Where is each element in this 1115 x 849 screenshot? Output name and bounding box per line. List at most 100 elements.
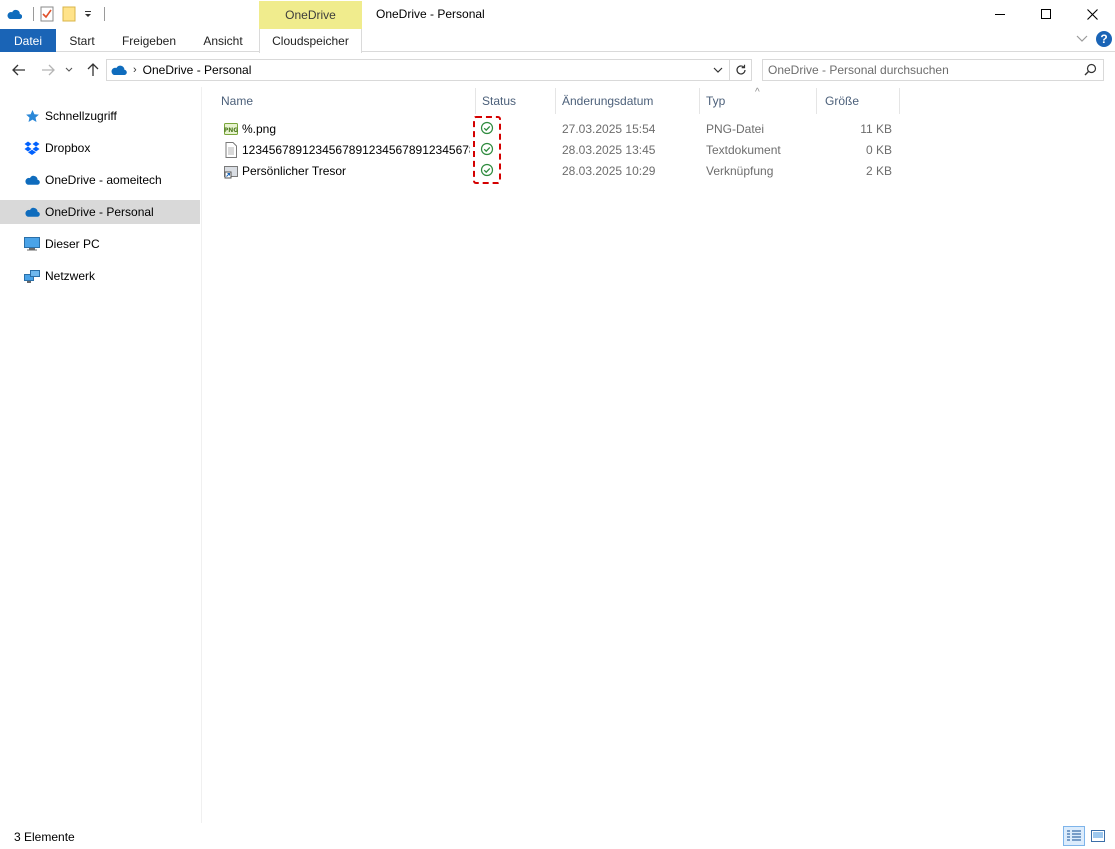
minimize-button[interactable]: [977, 0, 1023, 28]
column-header-label: Größe: [825, 94, 860, 108]
dropbox-icon: [24, 140, 40, 156]
shortcut-icon: [223, 163, 239, 179]
close-button[interactable]: [1069, 0, 1115, 28]
back-button[interactable]: [10, 61, 28, 79]
nav-item-label: OneDrive - Personal: [45, 205, 154, 219]
file-type: Verknüpfung: [706, 164, 774, 178]
qat-separator: [33, 7, 34, 21]
star-icon: [24, 108, 40, 124]
forward-button[interactable]: [39, 61, 57, 79]
up-arrow-icon: [87, 63, 99, 76]
onedrive-app-icon[interactable]: [6, 5, 22, 23]
nav-item-label: OneDrive - aomeitech: [45, 173, 162, 187]
forward-arrow-icon: [42, 64, 55, 76]
file-row[interactable]: 123456789123456789123456789123456789... …: [203, 140, 903, 161]
column-header-name[interactable]: Name: [213, 88, 476, 114]
file-list: ^ Name Status Änderungsdatum Typ Größe P…: [203, 87, 1115, 823]
details-view-button[interactable]: [1063, 826, 1085, 846]
file-size: 11 KB: [860, 122, 892, 136]
tab-freigeben[interactable]: Freigeben: [110, 29, 188, 52]
png-file-icon: PNG: [223, 121, 239, 137]
column-header-type[interactable]: Typ: [700, 88, 817, 114]
chevron-down-icon: [65, 67, 73, 72]
file-type: Textdokument: [706, 143, 781, 157]
file-date: 28.03.2025 10:29: [562, 164, 656, 178]
file-type: PNG-Datei: [706, 122, 765, 136]
nav-item-onedrive-aomeitech[interactable]: OneDrive - aomeitech: [0, 168, 200, 192]
file-row[interactable]: Persönlicher Tresor 28.03.2025 10:29 Ver…: [203, 161, 903, 182]
qat-customize-chevron-icon[interactable]: [83, 5, 93, 23]
refresh-icon: [735, 64, 746, 75]
tab-ansicht[interactable]: Ansicht: [190, 29, 256, 52]
network-icon: [24, 268, 40, 284]
chevron-down-icon: [713, 67, 723, 73]
column-header-label: Änderungsdatum: [562, 94, 654, 108]
svg-text:PNG: PNG: [224, 127, 238, 134]
ribbon-expand-chevron-icon[interactable]: [1076, 32, 1088, 46]
column-header-size[interactable]: Größe: [817, 88, 900, 114]
title-bar: OneDrive OneDrive - Personal: [0, 0, 1115, 29]
file-row[interactable]: PNG %.png 27.03.2025 15:54 PNG-Datei 11 …: [203, 119, 903, 140]
quick-access-toolbar: [6, 4, 110, 24]
large-icons-view-button[interactable]: [1087, 826, 1109, 846]
nav-item-label: Dropbox: [45, 141, 91, 155]
properties-icon[interactable]: [39, 5, 55, 23]
new-folder-icon[interactable]: [61, 5, 77, 23]
window-title: OneDrive - Personal: [376, 7, 485, 21]
ribbon: Datei Start Freigeben Ansicht Cloudspeic…: [0, 29, 1115, 53]
qat-separator-2: [104, 7, 105, 21]
details-view-icon: [1067, 830, 1081, 841]
tab-cloudspeicher[interactable]: Cloudspeicher: [259, 29, 362, 53]
onedrive-context-tab-header: OneDrive: [259, 1, 362, 29]
nav-item-onedrive-personal[interactable]: OneDrive - Personal: [0, 200, 200, 224]
navigation-bar: › OneDrive - Personal: [0, 53, 1115, 87]
maximize-button[interactable]: [1023, 0, 1069, 28]
nav-item-schnellzugriff[interactable]: Schnellzugriff: [0, 104, 200, 128]
window-controls: [977, 0, 1115, 28]
file-name: 123456789123456789123456789123456789...: [242, 143, 470, 157]
breadcrumb-onedrive-personal[interactable]: OneDrive - Personal: [143, 63, 252, 77]
tab-datei[interactable]: Datei: [0, 29, 56, 52]
column-header-label: Status: [482, 94, 517, 108]
nav-item-dropbox[interactable]: Dropbox: [0, 136, 200, 160]
nav-item-label: Schnellzugriff: [45, 109, 117, 123]
file-size: 0 KB: [865, 143, 892, 157]
computer-icon: [24, 236, 40, 252]
column-divider[interactable]: [899, 88, 900, 114]
search-box[interactable]: [762, 59, 1104, 81]
navigation-pane: Schnellzugriff Dropbox OneDrive - aomeit…: [0, 87, 202, 823]
column-header-status[interactable]: Status: [476, 88, 556, 114]
file-size: 2 KB: [865, 164, 892, 178]
nav-item-label: Dieser PC: [45, 237, 100, 251]
search-input[interactable]: [763, 63, 1073, 77]
recent-locations-button[interactable]: [63, 61, 75, 79]
column-header-date[interactable]: Änderungsdatum: [556, 88, 700, 114]
search-icon[interactable]: [1084, 63, 1097, 79]
onedrive-cloud-icon: [110, 64, 127, 76]
view-switcher: [1061, 826, 1109, 846]
help-icon[interactable]: ?: [1096, 31, 1112, 47]
status-bar: 3 Elemente: [0, 823, 1115, 849]
minimize-icon: [995, 14, 1005, 15]
column-header-label: Typ: [706, 94, 726, 108]
ribbon-right-controls: ?: [1076, 31, 1112, 47]
item-count: 3 Elemente: [14, 830, 75, 844]
nav-item-label: Netzwerk: [45, 269, 96, 283]
tab-start[interactable]: Start: [56, 29, 108, 52]
nav-item-netzwerk[interactable]: Netzwerk: [0, 264, 200, 288]
large-icons-view-icon: [1091, 830, 1105, 842]
address-dropdown-button[interactable]: [711, 63, 725, 77]
onedrive-cloud-icon: [24, 172, 40, 188]
file-date: 27.03.2025 15:54: [562, 122, 656, 136]
file-name: Persönlicher Tresor: [242, 164, 347, 178]
column-header-label: Name: [221, 94, 254, 108]
address-bar[interactable]: › OneDrive - Personal: [106, 59, 752, 81]
breadcrumb-chevron-icon[interactable]: ›: [133, 64, 137, 76]
up-button[interactable]: [84, 61, 102, 79]
file-date: 28.03.2025 13:45: [562, 143, 656, 157]
refresh-button[interactable]: [729, 60, 751, 80]
text-file-icon: [223, 142, 239, 158]
file-name: %.png: [242, 122, 277, 136]
nav-item-dieser-pc[interactable]: Dieser PC: [0, 232, 200, 256]
maximize-icon: [1041, 9, 1051, 19]
